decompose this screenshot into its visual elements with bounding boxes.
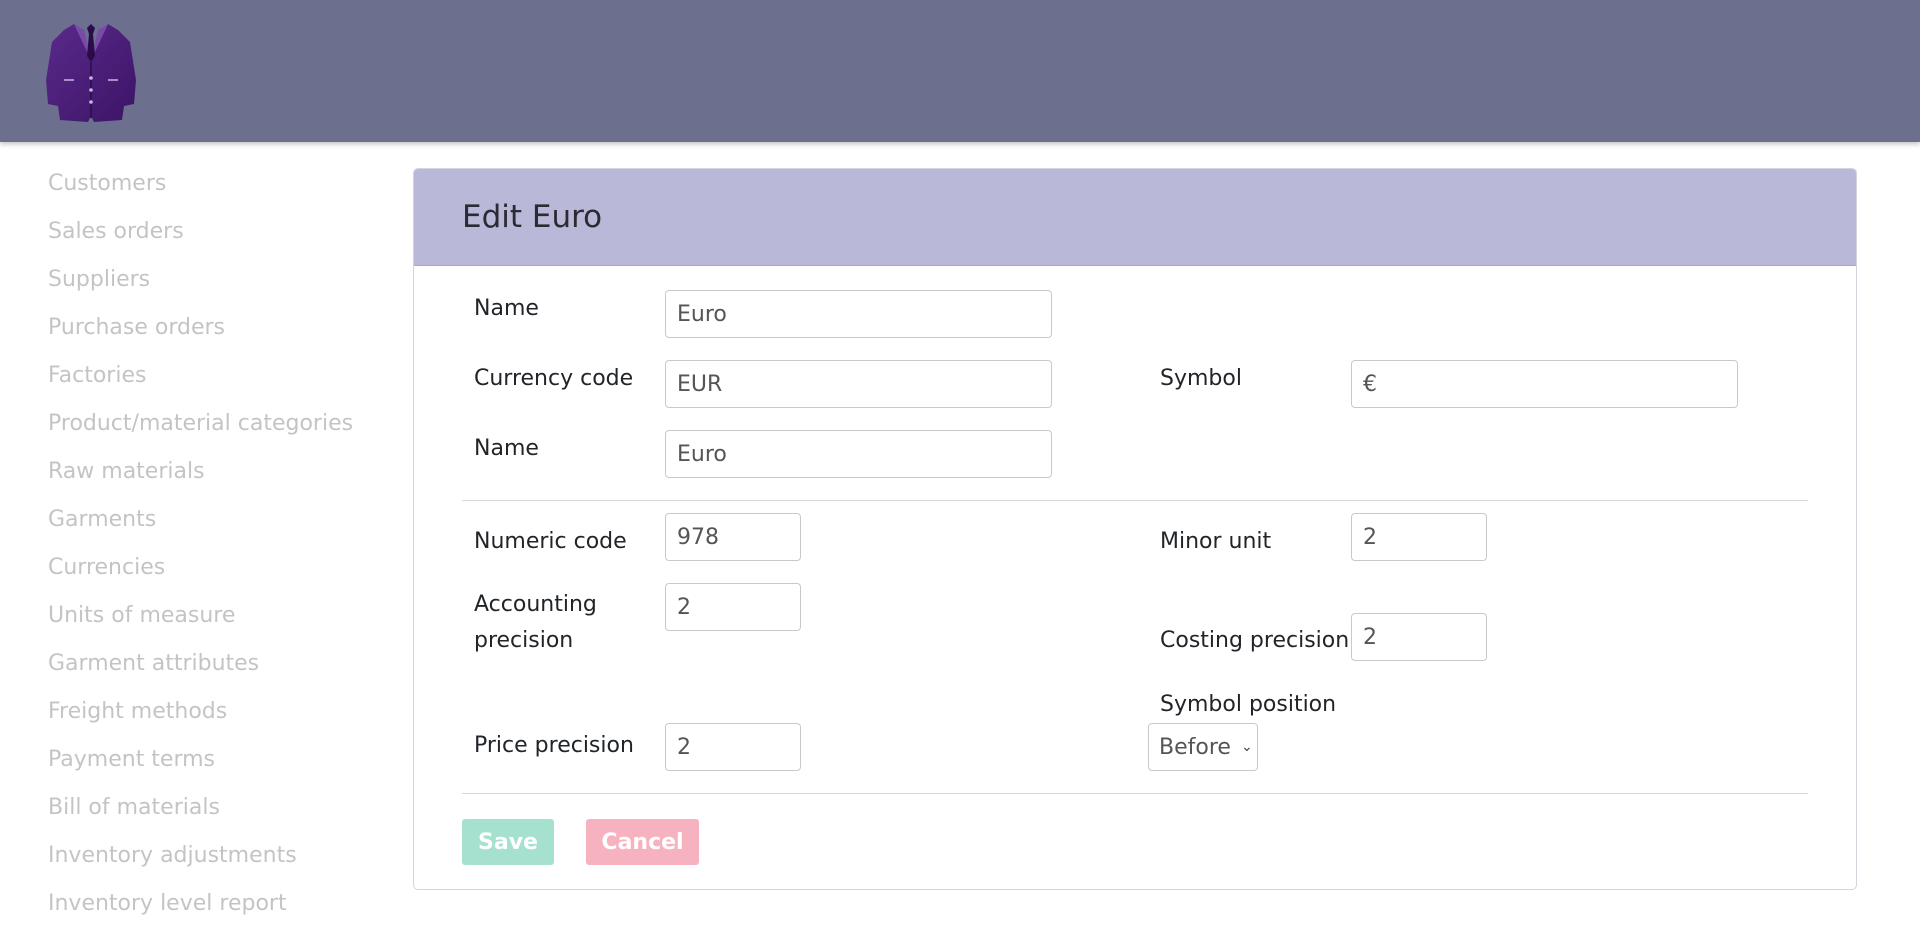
sidebar-item-garment-attributes[interactable]: Garment attributes bbox=[48, 646, 378, 694]
sidebar-item-bill-of-materials[interactable]: Bill of materials bbox=[48, 790, 378, 838]
currency-code-input[interactable] bbox=[665, 360, 1052, 408]
edit-currency-card: Edit Euro Name Currency code Symbol Name… bbox=[413, 168, 1857, 890]
symbol-input[interactable] bbox=[1351, 360, 1738, 408]
cancel-button[interactable]: Cancel bbox=[586, 819, 699, 865]
chevron-down-icon: ⌄ bbox=[1240, 739, 1253, 755]
minor-unit-input[interactable] bbox=[1351, 513, 1487, 561]
symbol-position-value: Before bbox=[1159, 734, 1231, 760]
accounting-precision-label-line2: precision bbox=[474, 628, 574, 653]
sidebar-item-currencies[interactable]: Currencies bbox=[48, 550, 378, 598]
sidebar-item-units-of-measure[interactable]: Units of measure bbox=[48, 598, 378, 646]
name-label: Name bbox=[474, 296, 539, 321]
symbol-position-label: Symbol position bbox=[1160, 692, 1337, 717]
sidebar-item-garments[interactable]: Garments bbox=[48, 502, 378, 550]
sidebar: Customers Sales orders Suppliers Purchas… bbox=[48, 166, 378, 934]
sidebar-item-categories[interactable]: Product/material categories bbox=[48, 406, 378, 454]
sidebar-item-customers[interactable]: Customers bbox=[48, 166, 378, 214]
price-precision-label: Price precision bbox=[474, 733, 634, 758]
numeric-code-input[interactable] bbox=[665, 513, 801, 561]
costing-precision-input[interactable] bbox=[1351, 613, 1487, 661]
price-precision-input[interactable] bbox=[665, 723, 801, 771]
page-title: Edit Euro bbox=[462, 199, 603, 235]
sidebar-item-inventory-adjustments[interactable]: Inventory adjustments bbox=[48, 838, 378, 886]
sidebar-item-payment-terms[interactable]: Payment terms bbox=[48, 742, 378, 790]
costing-precision-label: Costing precision bbox=[1160, 628, 1350, 653]
name-input-2[interactable] bbox=[665, 430, 1052, 478]
accounting-precision-input[interactable] bbox=[665, 583, 801, 631]
name-label-2: Name bbox=[474, 436, 539, 461]
currency-code-label: Currency code bbox=[474, 366, 634, 391]
footer-divider bbox=[462, 793, 1808, 794]
sidebar-item-factories[interactable]: Factories bbox=[48, 358, 378, 406]
sidebar-item-raw-materials[interactable]: Raw materials bbox=[48, 454, 378, 502]
symbol-position-select[interactable]: Before ⌄ bbox=[1148, 723, 1258, 771]
top-navbar bbox=[0, 0, 1920, 142]
suit-jacket-icon[interactable] bbox=[44, 20, 138, 124]
sidebar-item-inventory-level-report[interactable]: Inventory level report bbox=[48, 886, 378, 934]
symbol-label: Symbol bbox=[1160, 366, 1242, 391]
section-divider bbox=[462, 500, 1808, 501]
sidebar-item-suppliers[interactable]: Suppliers bbox=[48, 262, 378, 310]
sidebar-item-sales-orders[interactable]: Sales orders bbox=[48, 214, 378, 262]
card-header: Edit Euro bbox=[414, 169, 1856, 266]
minor-unit-label: Minor unit bbox=[1160, 529, 1272, 554]
numeric-code-label: Numeric code bbox=[474, 529, 627, 554]
accounting-precision-label-line1: Accounting bbox=[474, 592, 597, 617]
name-input[interactable] bbox=[665, 290, 1052, 338]
sidebar-item-freight-methods[interactable]: Freight methods bbox=[48, 694, 378, 742]
sidebar-item-purchase-orders[interactable]: Purchase orders bbox=[48, 310, 378, 358]
save-button[interactable]: Save bbox=[462, 819, 554, 865]
